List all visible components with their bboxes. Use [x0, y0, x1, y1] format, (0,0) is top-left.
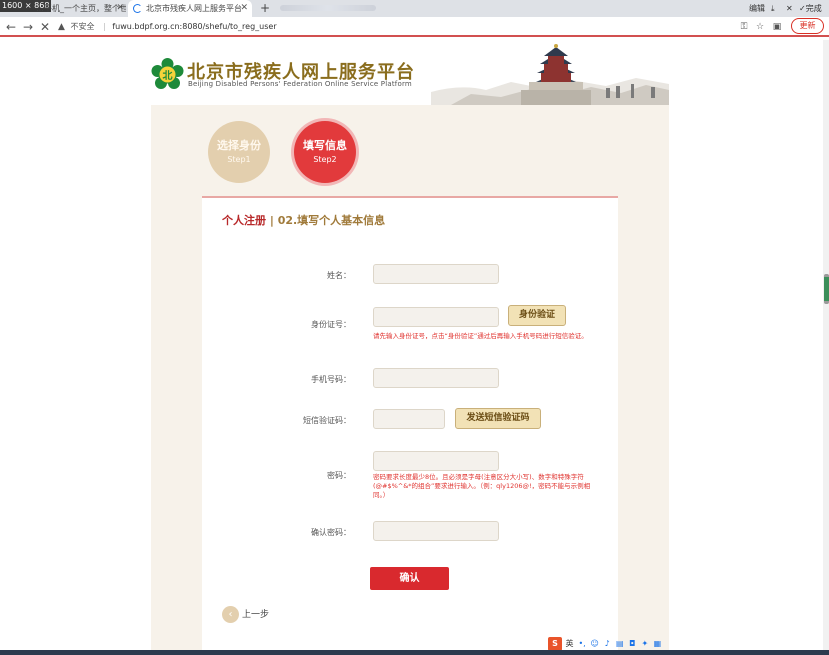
name-label: 姓名：: [327, 271, 351, 280]
section-title-rest: 02.填写个人基本信息: [277, 214, 386, 227]
warning-icon: ▲: [58, 22, 65, 32]
chevron-left-icon: ‹: [222, 606, 239, 623]
sogou-logo-icon: S: [548, 637, 562, 651]
password-hint-text: 密码要求长度最少8位。且必须是字母(注意区分大小写)、数字和特殊字符(@#$%^…: [373, 473, 591, 499]
phone-label: 手机号码：: [311, 375, 351, 384]
previous-step-label: 上一步: [242, 610, 270, 620]
stop-loading-icon[interactable]: ✕: [37, 19, 53, 35]
extension-icon[interactable]: ▣: [770, 19, 784, 35]
section-title-main: 个人注册: [222, 214, 266, 227]
send-sms-code-button[interactable]: 发送短信验证码: [455, 408, 541, 429]
id-number-input[interactable]: [373, 307, 499, 327]
tab-active[interactable]: 北京市残疾人网上服务平台 ✕: [128, 0, 252, 17]
site-header: 北 北京市残疾人网上服务平台 Beijing Disabled Persons'…: [151, 42, 669, 105]
id-hint-text: 请先输入身份证号，点击“身份验证”通过后再输入手机号码进行短信验证。: [373, 332, 588, 340]
window-done-button[interactable]: ✓完成: [799, 0, 822, 17]
url-text: fuwu.bdpf.org.cn:8080/shefu/to_reg_user: [112, 22, 277, 31]
tab-inactive[interactable]: …平机_一个主页，整个世界 ✕: [20, 0, 126, 17]
security-label: 不安全: [70, 22, 95, 31]
browser-tab-strip: 1600 × 868 …平机_一个主页，整个世界 ✕ 北京市残疾人网上服务平台 …: [0, 0, 829, 17]
password-input[interactable]: [373, 451, 499, 471]
temple-of-heaven-illustration: [431, 44, 669, 105]
tab-close-icon[interactable]: ✕: [116, 0, 124, 17]
key-icon[interactable]: ⚿: [737, 19, 751, 35]
close-window-icon[interactable]: ✕: [786, 0, 793, 17]
address-bar[interactable]: ▲ 不安全 | fuwu.bdpf.org.cn:8080/shefu/to_r…: [58, 19, 788, 35]
bookmark-star-icon[interactable]: ☆: [753, 19, 767, 35]
form-panel: 个人注册 | 02.填写个人基本信息 姓名： 身份证号： 身份验证 请先输入身份…: [202, 196, 618, 655]
os-taskbar: [0, 650, 829, 655]
step-select-identity: 选择身份 Step1: [208, 121, 270, 183]
forward-arrow-icon[interactable]: →: [20, 19, 36, 35]
sms-code-label: 短信验证码：: [303, 416, 351, 425]
previous-step-link[interactable]: ‹ 上一步: [222, 606, 269, 624]
back-arrow-icon[interactable]: ←: [3, 19, 19, 35]
section-title-separator: |: [266, 214, 278, 227]
phone-input[interactable]: [373, 368, 499, 388]
federation-logo-icon: 北: [151, 58, 184, 89]
browser-toolbar: ← → ✕ ▲ 不安全 | fuwu.bdpf.org.cn:8080/shef…: [0, 17, 829, 37]
sms-code-input[interactable]: [373, 409, 445, 429]
update-button[interactable]: 更新: [791, 18, 824, 34]
page-scrollbar[interactable]: [823, 40, 829, 655]
registration-content: 选择身份 Step1 填写信息 Step2 个人注册 | 02.填写个人基本信息…: [151, 105, 669, 655]
logo-char: 北: [163, 69, 173, 82]
step-title: 选择身份: [217, 139, 261, 152]
window-edit-button[interactable]: 编辑: [749, 0, 765, 17]
tab-close-icon[interactable]: ✕: [240, 0, 248, 17]
step-title: 填写信息: [303, 139, 347, 152]
id-verify-button[interactable]: 身份验证: [508, 305, 566, 326]
tab-title: …平机_一个主页，整个世界: [36, 4, 126, 13]
step-fill-info: 填写信息 Step2: [294, 121, 356, 183]
confirm-password-input[interactable]: [373, 521, 499, 541]
address-separator: |: [103, 22, 106, 31]
new-tab-button[interactable]: +: [258, 0, 272, 17]
window-done-label: 完成: [805, 4, 822, 13]
scroll-indicator: [824, 277, 829, 301]
confirm-submit-button[interactable]: 确认: [370, 567, 449, 590]
id-number-label: 身份证号：: [311, 320, 351, 329]
tab-title: 北京市残疾人网上服务平台: [146, 4, 242, 13]
section-title: 个人注册 | 02.填写个人基本信息: [222, 212, 385, 228]
step-number: Step2: [313, 155, 337, 164]
name-input[interactable]: [373, 264, 499, 284]
step-number: Step1: [227, 155, 251, 164]
loading-icon: [133, 4, 142, 13]
password-label: 密码：: [327, 471, 351, 480]
confirm-password-label: 确认密码：: [311, 528, 351, 537]
site-subtitle: Beijing Disabled Persons' Federation Onl…: [188, 80, 412, 88]
download-icon[interactable]: ⤓: [771, 0, 775, 17]
blurred-tab-area: [280, 5, 376, 11]
